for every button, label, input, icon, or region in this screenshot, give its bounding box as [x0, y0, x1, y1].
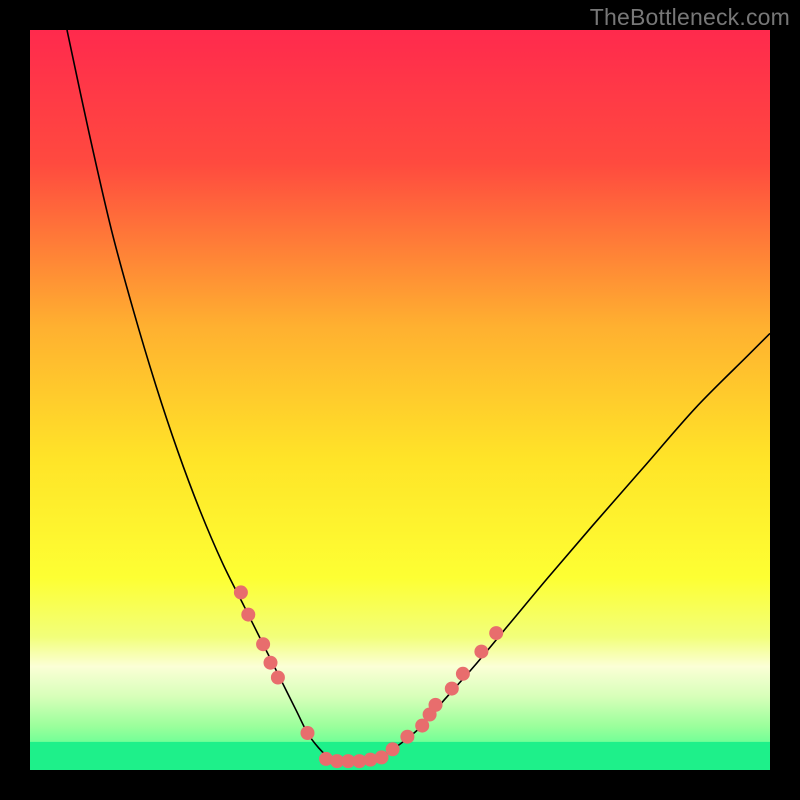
- data-point: [489, 626, 503, 640]
- chart-svg: [30, 30, 770, 770]
- data-point: [386, 742, 400, 756]
- data-point: [271, 671, 285, 685]
- data-point: [429, 698, 443, 712]
- chart-frame: TheBottleneck.com: [0, 0, 800, 800]
- data-point: [256, 637, 270, 651]
- data-point: [474, 645, 488, 659]
- watermark-label: TheBottleneck.com: [590, 4, 790, 31]
- data-point: [234, 585, 248, 599]
- data-point: [400, 730, 414, 744]
- green-strip: [30, 742, 770, 770]
- data-point: [301, 726, 315, 740]
- data-point: [264, 656, 278, 670]
- data-point: [241, 608, 255, 622]
- data-point: [445, 682, 459, 696]
- gradient-background: [30, 30, 770, 770]
- data-point: [456, 667, 470, 681]
- plot-area: [30, 30, 770, 770]
